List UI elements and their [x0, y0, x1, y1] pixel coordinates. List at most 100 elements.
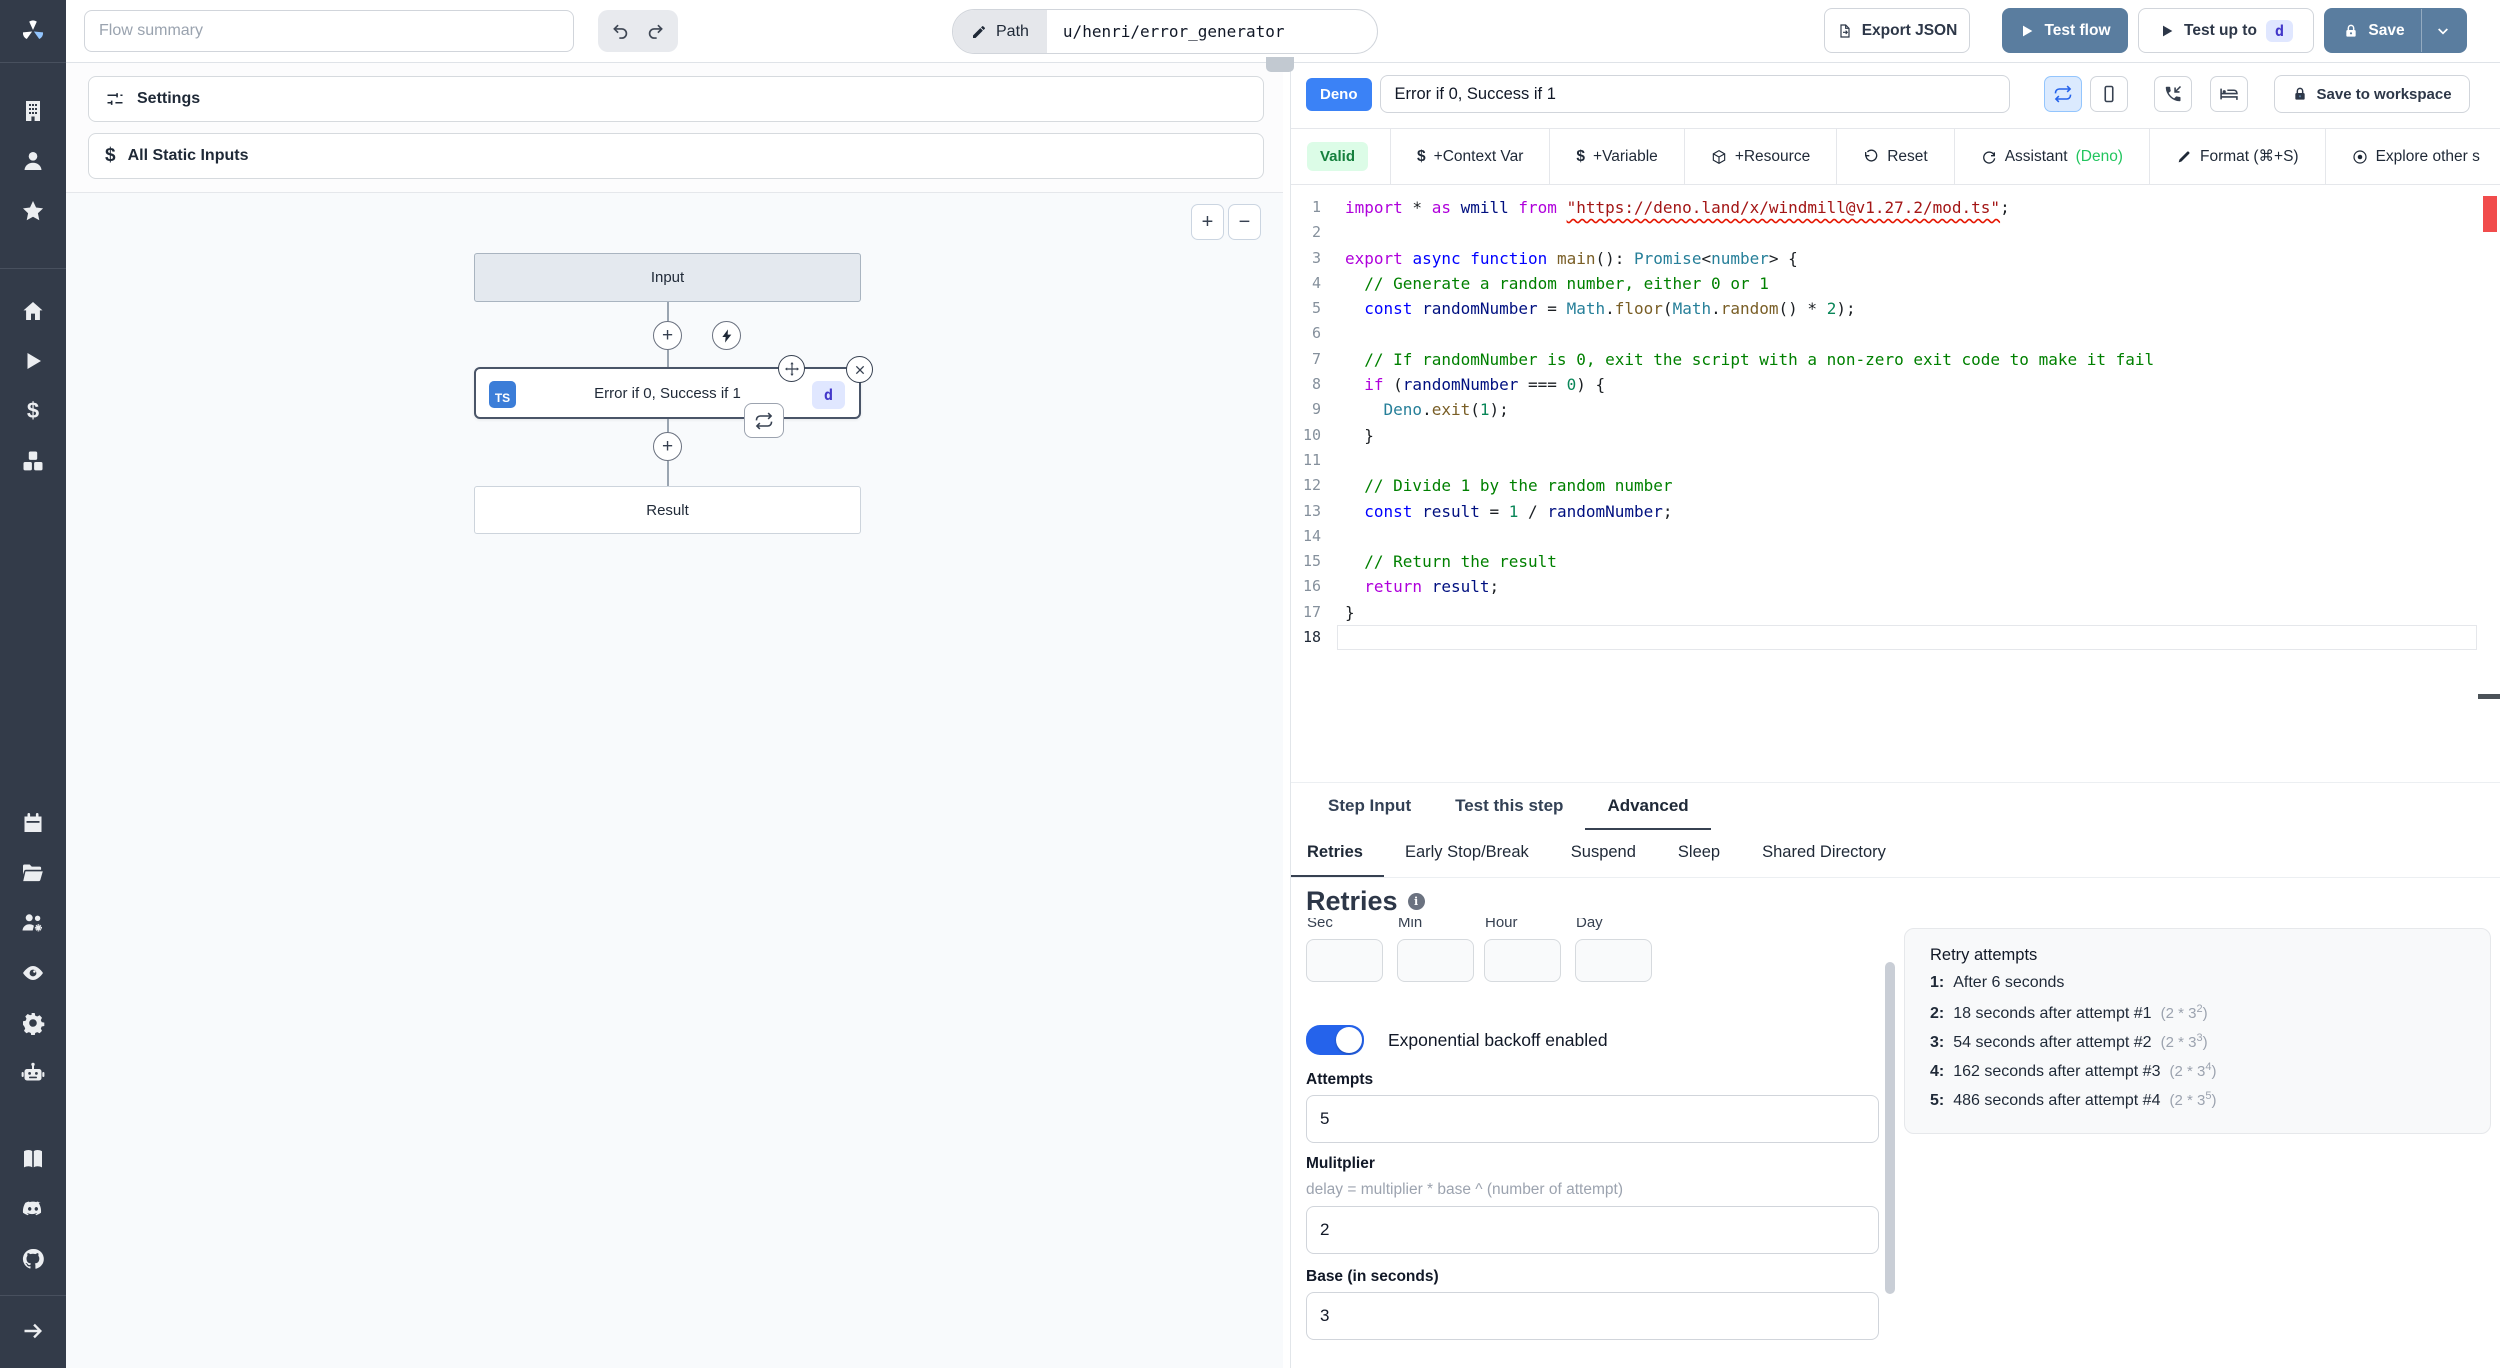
code-line-14[interactable]: 14 [1291, 524, 2500, 549]
subtab-suspend[interactable]: Suspend [1550, 830, 1657, 877]
sidebar-item-arrow-right-icon[interactable] [0, 1306, 66, 1356]
redo-icon[interactable] [645, 21, 665, 41]
panel-resize-handle[interactable] [1266, 57, 1294, 72]
graph-node-input[interactable]: Input [474, 253, 861, 302]
code-line-11[interactable]: 11 [1291, 448, 2500, 473]
attempts-input[interactable] [1306, 1095, 1879, 1143]
code-line-9[interactable]: 9 Deno.exit(1); [1291, 397, 2500, 422]
subtab-retries[interactable]: Retries [1291, 830, 1384, 877]
sidebar-item-home-icon[interactable] [0, 286, 66, 336]
exponential-backoff-toggle[interactable] [1306, 1025, 1364, 1055]
sidebar-item-play-icon[interactable] [0, 336, 66, 386]
trigger-bolt-button[interactable] [712, 321, 741, 350]
flow-settings-row[interactable]: Settings [88, 76, 1264, 122]
code-line-16[interactable]: 16 return result; [1291, 574, 2500, 599]
retries-shortcut-button[interactable] [2043, 76, 2082, 112]
path-value[interactable]: u/henri/error_generator [1047, 10, 1377, 53]
assistant-button[interactable]: Assistant (Deno) [1955, 129, 2149, 184]
flow-summary-input[interactable] [84, 10, 574, 52]
day-label: Day [1576, 918, 1603, 931]
vertical-scrollbar[interactable] [1885, 962, 1895, 1294]
suspend-shortcut-button[interactable] [2153, 76, 2192, 112]
code-line-2[interactable]: 2 [1291, 220, 2500, 245]
add-context-var-button[interactable]: $ +Context Var [1391, 129, 1549, 184]
sidebar-item-cubes-icon[interactable] [0, 436, 66, 486]
code-editor[interactable]: 1 import * as wmill from "https://deno.la… [1291, 186, 2500, 782]
insert-step-button[interactable]: + [653, 321, 682, 350]
explore-scripts-button[interactable]: Explore other s [2326, 129, 2500, 184]
save-to-workspace-button[interactable]: Save to workspace [2273, 75, 2470, 113]
sidebar-item-user-icon[interactable] [0, 136, 66, 186]
code-line-15[interactable]: 15 // Return the result [1291, 549, 2500, 574]
deno-lang-badge[interactable]: Deno [1306, 77, 1372, 111]
sec-input[interactable] [1306, 939, 1383, 982]
sidebar-item-github-icon[interactable] [0, 1234, 66, 1284]
subtab-early-stop[interactable]: Early Stop/Break [1384, 830, 1550, 877]
sidebar-item-building-icon[interactable] [0, 86, 66, 136]
tab-test-this-step[interactable]: Test this step [1433, 783, 1585, 830]
retry-indicator-button[interactable] [744, 403, 784, 438]
format-button[interactable]: Format (⌘+S) [2150, 129, 2325, 184]
test-flow-button[interactable]: Test flow [2002, 8, 2128, 53]
insert-step-button[interactable]: + [653, 432, 682, 461]
tab-step-input[interactable]: Step Input [1306, 783, 1433, 830]
code-line-3[interactable]: 3 export async function main(): Promise<n… [1291, 246, 2500, 271]
sidebar-item-discord-icon[interactable] [0, 1184, 66, 1234]
path-label-group[interactable]: Path [953, 10, 1047, 53]
add-variable-button[interactable]: $ +Variable [1550, 129, 1683, 184]
sidebar-item-robot-icon[interactable] [0, 1048, 66, 1098]
code-line-8[interactable]: 8 if (randomNumber === 0) { [1291, 372, 2500, 397]
sidebar-item-dollar-icon[interactable]: $ [0, 386, 66, 436]
code-line-12[interactable]: 12 // Divide 1 by the random number [1291, 473, 2500, 498]
info-icon[interactable]: i [1407, 893, 1425, 910]
code-line-18[interactable]: 18 [1291, 625, 2500, 651]
test-up-to-label: Test up to [2184, 21, 2257, 39]
backoff-label: Exponential backoff enabled [1388, 1029, 1608, 1050]
code-line-10[interactable]: 10 } [1291, 423, 2500, 448]
code-line-13[interactable]: 13 const result = 1 / randomNumber; [1291, 499, 2500, 524]
sidebar-item-users-gear-icon[interactable] [0, 898, 66, 948]
sidebar-item-folder-icon[interactable] [0, 848, 66, 898]
cursor-marker [2478, 694, 2500, 699]
hour-input[interactable] [1484, 939, 1561, 982]
sidebar-item-book-icon[interactable] [0, 1134, 66, 1184]
static-inputs-row[interactable]: $ All Static Inputs [88, 133, 1264, 179]
save-button[interactable]: Save [2327, 9, 2420, 52]
add-resource-button[interactable]: +Resource [1685, 129, 1836, 184]
export-json-button[interactable]: Export JSON [1824, 8, 1970, 53]
subtab-sleep[interactable]: Sleep [1657, 830, 1741, 877]
undo-icon[interactable] [611, 21, 631, 41]
valid-badge: Valid [1307, 142, 1369, 171]
code-line-6[interactable]: 6 [1291, 321, 2500, 346]
save-dropdown-button[interactable] [2420, 9, 2464, 52]
early-stop-shortcut-button[interactable] [2089, 76, 2128, 112]
zoom-in-button[interactable]: + [1191, 204, 1224, 240]
step-summary-input[interactable] [1379, 75, 2010, 113]
tab-advanced[interactable]: Advanced [1585, 783, 1711, 830]
test-up-to-button[interactable]: Test up to d [2138, 8, 2314, 53]
sidebar-item-calendar-icon[interactable] [0, 798, 66, 848]
reset-button[interactable]: Reset [1837, 129, 1954, 184]
base-input[interactable] [1306, 1292, 1879, 1340]
code-line-17[interactable]: 17} [1291, 600, 2500, 625]
code-line-4[interactable]: 4 // Generate a random number, either 0 … [1291, 271, 2500, 296]
delete-step-button[interactable] [846, 356, 873, 383]
sidebar-item-eye-icon[interactable] [0, 948, 66, 998]
multiplier-input[interactable] [1306, 1206, 1879, 1254]
windmill-logo-icon[interactable] [0, 6, 66, 56]
sidebar-item-gear-icon[interactable] [0, 998, 66, 1048]
sleep-shortcut-button[interactable] [2209, 76, 2248, 112]
day-input[interactable] [1575, 939, 1652, 982]
code-line-7[interactable]: 7 // If randomNumber is 0, exit the scri… [1291, 347, 2500, 372]
min-input[interactable] [1397, 939, 1474, 982]
subtab-shared-directory[interactable]: Shared Directory [1741, 830, 1907, 877]
move-step-button[interactable] [778, 355, 805, 382]
code-line-1[interactable]: 1 import * as wmill from "https://deno.la… [1291, 195, 2500, 220]
flow-graph-canvas[interactable]: + − Input + TS Error if 0, Success if 1 … [66, 192, 1283, 1368]
line-number: 11 [1302, 450, 1321, 469]
zoom-out-button[interactable]: − [1228, 204, 1261, 240]
graph-node-step[interactable]: TS Error if 0, Success if 1 d [474, 355, 873, 438]
code-line-5[interactable]: 5 const randomNumber = Math.floor(Math.r… [1291, 296, 2500, 321]
sidebar-item-star-icon[interactable] [0, 186, 66, 236]
graph-node-result[interactable]: Result [474, 486, 861, 534]
